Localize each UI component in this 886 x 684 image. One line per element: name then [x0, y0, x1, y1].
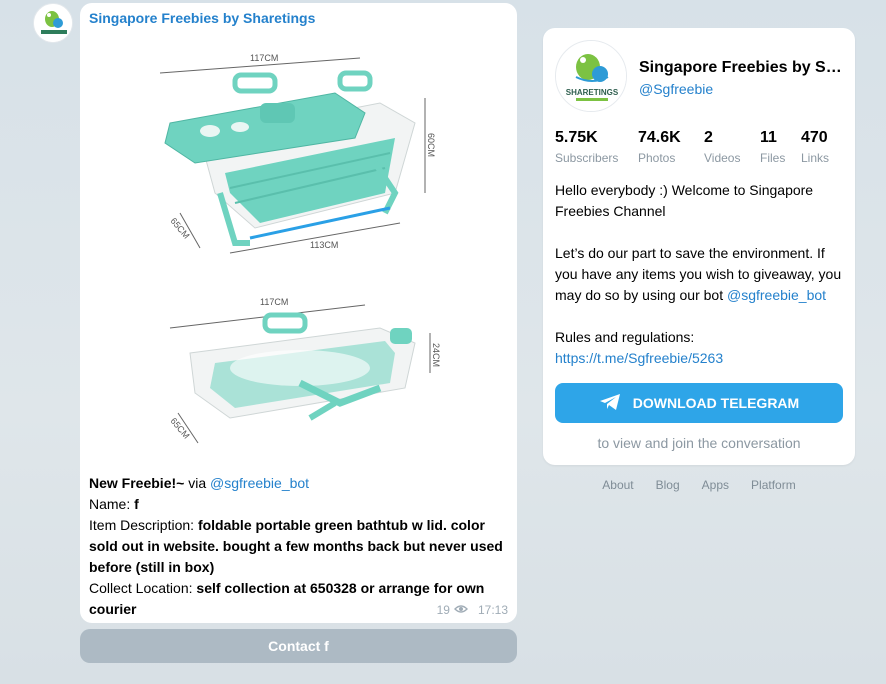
message-line-header: New Freebie!~ via @sgfreebie_bot [89, 473, 509, 494]
message-line-name: Name: f [89, 494, 509, 515]
logo-text: SHARETINGS [566, 88, 619, 97]
stat-label: Subscribers [555, 151, 619, 165]
contact-button[interactable]: Contact f [80, 629, 517, 663]
description-paragraph-2: Let’s do our part to save the environmen… [555, 243, 847, 306]
name-value: f [134, 496, 139, 512]
stat-label: Files [760, 151, 786, 165]
dim-top-height: 60CM [426, 133, 436, 157]
dim-bottom-width: 117CM [260, 297, 288, 307]
stat-videos: 2 Videos [704, 129, 760, 165]
channel-stats: 5.75K Subscribers 74.6K Photos 2 Videos … [555, 129, 846, 165]
footer-link-apps[interactable]: Apps [702, 478, 729, 492]
message-meta: 19 17:13 [437, 603, 508, 617]
description-label: Item Description: [89, 517, 195, 533]
channel-title: Singapore Freebies by Sharetings [639, 59, 847, 76]
footer-link-platform[interactable]: Platform [751, 478, 796, 492]
via-label: via [188, 475, 207, 491]
join-conversation-text: to view and join the conversation [597, 435, 801, 451]
download-telegram-label: DOWNLOAD TELEGRAM [632, 395, 800, 411]
stat-value: 11 [760, 129, 777, 146]
sharetings-logo: SHARETINGS [556, 41, 626, 111]
eye-icon [453, 603, 468, 617]
message-line-description: Item Description: foldable portable gree… [89, 515, 509, 578]
stat-value: 470 [801, 129, 828, 146]
stat-subscribers: 5.75K Subscribers [555, 129, 638, 165]
stat-links: 470 Links [801, 129, 846, 165]
sharetings-logo [34, 4, 72, 42]
download-telegram-button[interactable]: DOWNLOAD TELEGRAM [555, 383, 843, 423]
message-time: 17:13 [477, 603, 508, 617]
stat-photos: 74.6K Photos [638, 129, 704, 165]
message-bubble: Singapore Freebies by Sharetings 117CM 6… [80, 3, 517, 623]
message-author[interactable]: Singapore Freebies by Sharetings [89, 10, 315, 26]
footer-link-about[interactable]: About [602, 478, 633, 492]
stat-value: 2 [704, 129, 713, 146]
description-paragraph-1: Hello everybody :) Welcome to Singapore … [555, 182, 814, 219]
footer-links: About Blog Apps Platform [543, 478, 855, 492]
location-label: Collect Location: [89, 580, 193, 596]
rules-label: Rules and regulations: [555, 329, 695, 345]
bot-link[interactable]: @sgfreebie_bot [210, 475, 309, 491]
stat-value: 74.6K [638, 129, 681, 146]
dim-top-depth: 65CM [168, 216, 191, 241]
channel-description: Hello everybody :) Welcome to Singapore … [555, 180, 847, 369]
stat-label: Videos [704, 151, 741, 165]
dim-bottom-height: 24CM [431, 343, 441, 367]
channel-card-avatar: SHARETINGS [555, 40, 627, 112]
dim-top-base: 113CM [310, 240, 338, 250]
message-header: New Freebie!~ [89, 475, 185, 491]
rules-link[interactable]: https://t.me/Sgfreebie/5263 [555, 350, 723, 366]
channel-info-card: SHARETINGS Singapore Freebies by Shareti… [543, 28, 855, 465]
footer-link-blog[interactable]: Blog [656, 478, 680, 492]
dim-top-width: 117CM [250, 53, 278, 63]
message-text: New Freebie!~ via @sgfreebie_bot Name: f… [89, 473, 509, 620]
stat-label: Links [801, 151, 830, 165]
bathtub-folded-illustration: 117CM 24CM 65CM [168, 297, 441, 444]
description-bot-link[interactable]: @sgfreebie_bot [727, 287, 826, 303]
view-count: 19 [436, 603, 450, 617]
channel-avatar[interactable] [33, 3, 73, 43]
channel-handle[interactable]: @Sgfreebie [639, 81, 713, 97]
bathtub-photo[interactable]: 117CM 60CM 65CM 113CM 117CM 24CM 65CM [140, 43, 450, 463]
stat-value: 5.75K [555, 129, 598, 146]
bathtub-upright-illustration: 117CM 60CM 65CM 113CM [159, 53, 436, 254]
telegram-plane-icon [599, 393, 621, 414]
stat-label: Photos [638, 151, 676, 165]
stat-files: 11 Files [760, 129, 801, 165]
name-label: Name: [89, 496, 131, 512]
